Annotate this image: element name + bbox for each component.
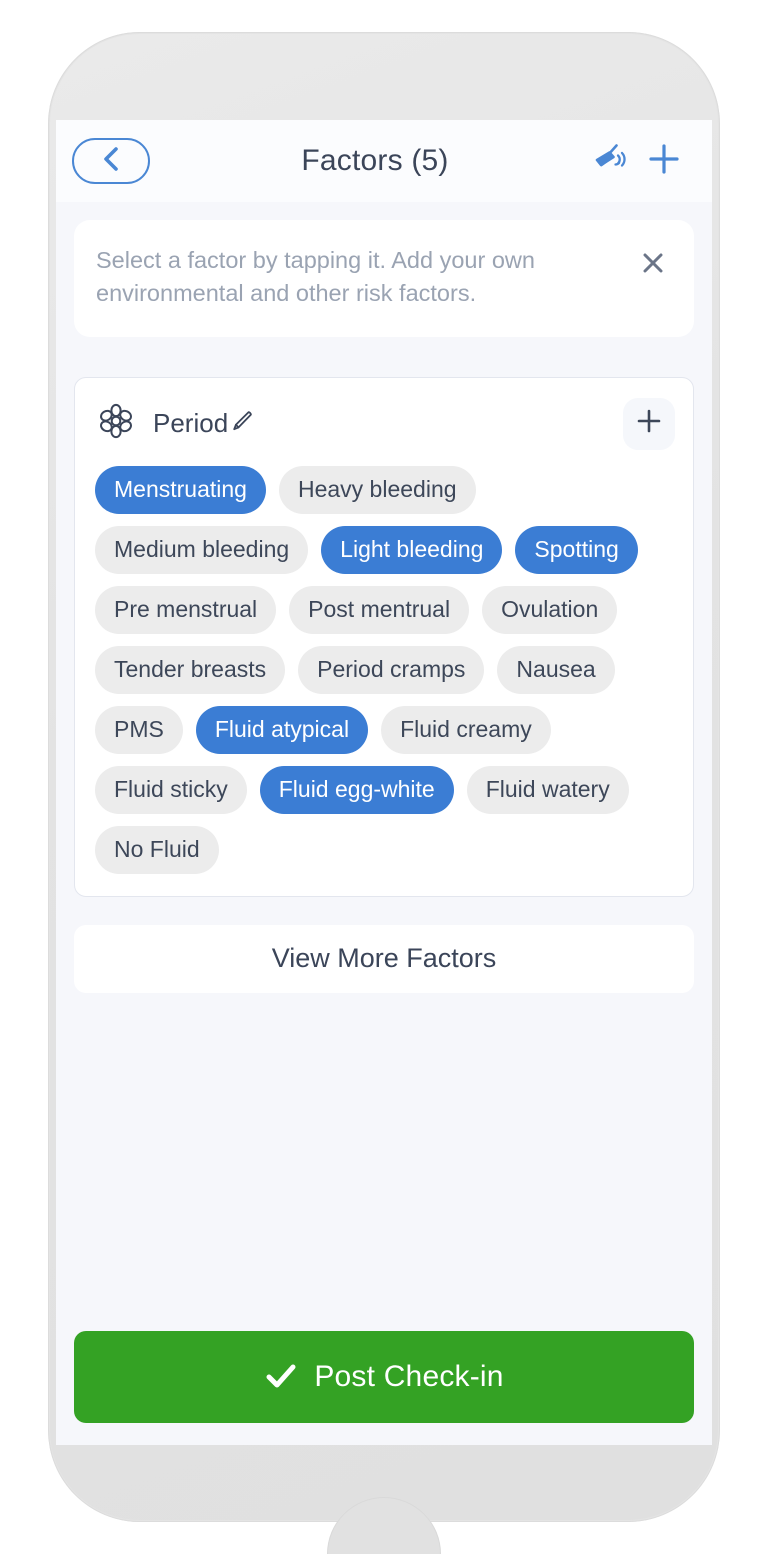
- factor-chip[interactable]: Nausea: [497, 645, 615, 694]
- back-button[interactable]: [72, 138, 150, 184]
- factor-chip[interactable]: Tender breasts: [95, 645, 286, 694]
- factor-chip[interactable]: Heavy bleeding: [278, 465, 476, 514]
- view-more-label: View More Factors: [271, 943, 497, 974]
- post-checkin-button[interactable]: Post Check-in: [74, 1331, 694, 1423]
- factor-category-card: Period Menstruating Heavy bleeding Mediu…: [74, 376, 694, 897]
- factor-chip-list: Menstruating Heavy bleeding Medium bleedin…: [93, 465, 675, 874]
- factor-chip[interactable]: Fluid creamy: [381, 705, 551, 754]
- flower-icon: [97, 402, 135, 445]
- info-banner: Select a factor by tapping it. Add your …: [74, 220, 694, 337]
- page-title: Factors (5): [301, 144, 449, 177]
- chevron-left-icon: [101, 145, 121, 178]
- check-icon: [264, 1359, 298, 1396]
- factor-category-name: Period: [153, 408, 229, 439]
- view-more-factors-button[interactable]: View More Factors: [74, 924, 694, 993]
- factor-chip[interactable]: Fluid sticky: [95, 765, 247, 814]
- factor-chip[interactable]: Fluid atypical: [195, 705, 369, 754]
- add-custom-factor-button[interactable]: [623, 397, 675, 450]
- factor-chip[interactable]: No Fluid: [95, 825, 219, 874]
- factor-chip[interactable]: Spotting: [515, 525, 638, 574]
- plus-icon: [645, 140, 683, 183]
- app-header: Factors (5): [56, 120, 712, 202]
- factor-chip[interactable]: PMS: [95, 705, 183, 754]
- plus-icon: [634, 406, 664, 441]
- screenshot-stage: Factors (5) Select a factor by tapping i…: [0, 0, 768, 1554]
- factor-chip[interactable]: Ovulation: [482, 585, 618, 634]
- factor-card-header: Period: [93, 397, 675, 450]
- banner-close-button[interactable]: [634, 246, 672, 284]
- factor-chip[interactable]: Post mentrual: [289, 585, 470, 634]
- home-button[interactable]: [328, 1498, 440, 1554]
- factor-chip[interactable]: Medium bleeding: [95, 525, 309, 574]
- add-factor-button[interactable]: [638, 133, 690, 189]
- post-checkin-label: Post Check-in: [314, 1360, 504, 1393]
- app-screen: Factors (5) Select a factor by tapping i…: [56, 120, 712, 1445]
- close-icon: [638, 248, 668, 283]
- factor-chip[interactable]: Period cramps: [298, 645, 485, 694]
- factor-chip[interactable]: Menstruating: [95, 465, 266, 514]
- factor-chip[interactable]: Fluid watery: [466, 765, 629, 814]
- factor-chip[interactable]: Pre menstrual: [95, 585, 277, 634]
- factor-category-title-group[interactable]: Period: [153, 408, 623, 439]
- sweep-button[interactable]: [582, 133, 638, 189]
- factor-chip[interactable]: Fluid egg-white: [259, 765, 454, 814]
- info-banner-text: Select a factor by tapping it. Add your …: [96, 247, 535, 307]
- post-bar: Post Check-in: [56, 1331, 712, 1445]
- broom-icon: [589, 138, 631, 185]
- factor-chip[interactable]: Light bleeding: [321, 525, 503, 574]
- pencil-icon[interactable]: [229, 408, 255, 439]
